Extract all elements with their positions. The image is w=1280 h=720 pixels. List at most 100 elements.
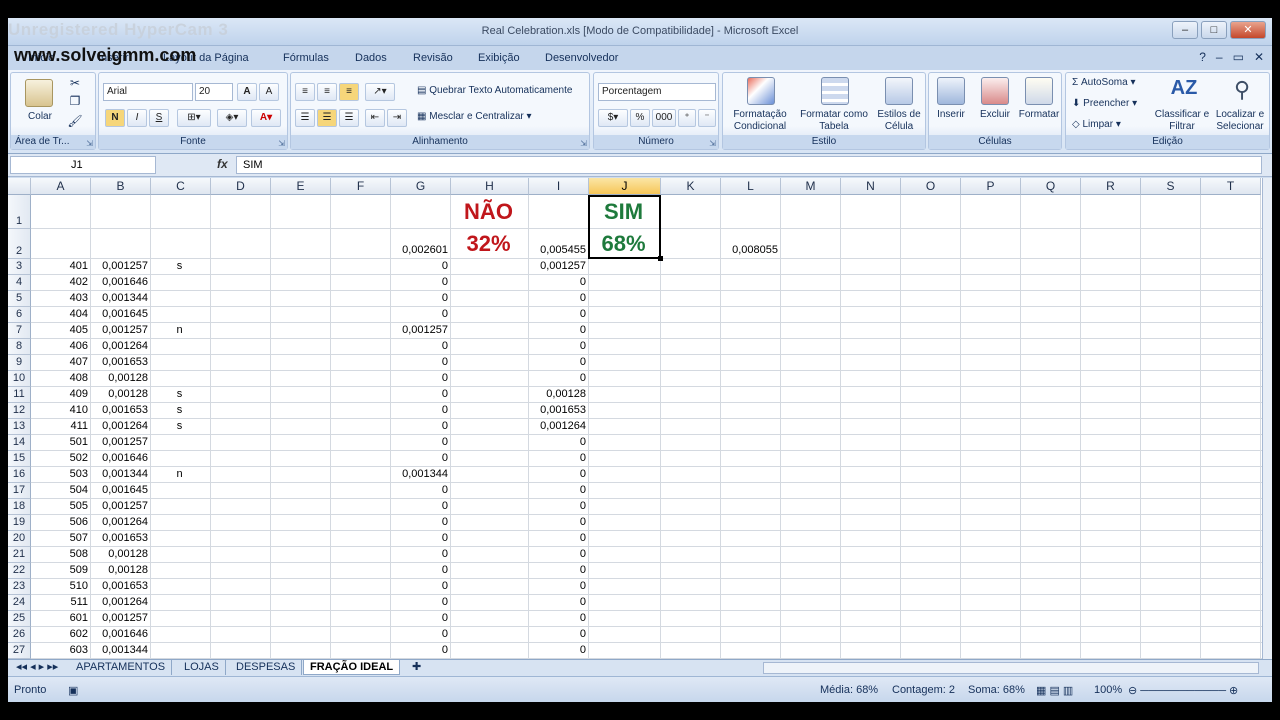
cell-a16[interactable]: 503 xyxy=(31,467,88,482)
cell-i16[interactable]: 0 xyxy=(529,467,586,482)
find-select-button[interactable]: Localizar e Selecionar xyxy=(1210,109,1270,133)
copy-icon[interactable]: ❐ xyxy=(67,95,83,107)
sort-filter-button[interactable]: Classificar e Filtrar xyxy=(1154,109,1210,133)
insert-button[interactable]: Inserir xyxy=(929,109,973,121)
cell-b10[interactable]: 0,00128 xyxy=(91,371,148,386)
cell-g4[interactable]: 0 xyxy=(391,275,448,290)
currency-icon[interactable]: $▾ xyxy=(598,109,628,127)
help-icon[interactable]: ? xyxy=(1199,50,1206,64)
row-header-23[interactable]: 23 xyxy=(8,579,31,595)
close-button[interactable]: ✕ xyxy=(1230,21,1266,39)
cell-i19[interactable]: 0 xyxy=(529,515,586,530)
underline-button[interactable]: S xyxy=(149,109,169,127)
row-header-26[interactable]: 26 xyxy=(8,627,31,643)
binoculars-icon[interactable]: ⚲ xyxy=(1228,77,1256,105)
format-button[interactable]: Formatar xyxy=(1015,109,1063,121)
cell-a21[interactable]: 508 xyxy=(31,547,88,562)
format-painter-icon[interactable]: 🖌 xyxy=(67,115,83,127)
cell-i9[interactable]: 0 xyxy=(529,355,586,370)
format-table-button[interactable]: Formatar como Tabela xyxy=(799,109,869,133)
cell-g10[interactable]: 0 xyxy=(391,371,448,386)
row-header-5[interactable]: 5 xyxy=(8,291,31,307)
cell-b3[interactable]: 0,001257 xyxy=(91,259,148,274)
cell-a13[interactable]: 411 xyxy=(31,419,88,434)
column-header-d[interactable]: D xyxy=(211,178,271,195)
cell-a27[interactable]: 603 xyxy=(31,643,88,658)
cell-b21[interactable]: 0,00128 xyxy=(91,547,148,562)
row-header-4[interactable]: 4 xyxy=(8,275,31,291)
cell-b19[interactable]: 0,001264 xyxy=(91,515,148,530)
font-color-icon[interactable]: A▾ xyxy=(251,109,281,127)
row-header-21[interactable]: 21 xyxy=(8,547,31,563)
delete-button[interactable]: Excluir xyxy=(973,109,1017,121)
column-header-c[interactable]: C xyxy=(151,178,211,195)
fill-button[interactable]: ⬇ Preencher ▾ xyxy=(1072,98,1152,110)
percent-button[interactable]: % xyxy=(630,109,650,127)
font-name-select[interactable]: Arial xyxy=(103,83,193,101)
cell-b5[interactable]: 0,001344 xyxy=(91,291,148,306)
cell-g16[interactable]: 0,001344 xyxy=(391,467,448,482)
cell-h2[interactable]: 32% xyxy=(451,231,526,257)
cell-a4[interactable]: 402 xyxy=(31,275,88,290)
cell-b24[interactable]: 0,001264 xyxy=(91,595,148,610)
format-cells-icon[interactable] xyxy=(1025,77,1053,105)
sheet-tab-lojas[interactable]: LOJAS xyxy=(178,660,226,675)
cell-a10[interactable]: 408 xyxy=(31,371,88,386)
cell-a8[interactable]: 406 xyxy=(31,339,88,354)
cell-c3[interactable]: s xyxy=(151,259,208,274)
cell-l2[interactable]: 0,008055 xyxy=(721,243,778,258)
cell-g12[interactable]: 0 xyxy=(391,403,448,418)
cell-i15[interactable]: 0 xyxy=(529,451,586,466)
column-header-i[interactable]: I xyxy=(529,178,589,195)
column-header-a[interactable]: A xyxy=(31,178,91,195)
vertical-scrollbar[interactable] xyxy=(1262,178,1272,659)
select-all-corner[interactable] xyxy=(8,178,31,195)
column-header-j[interactable]: J xyxy=(589,178,661,195)
minimize-button[interactable]: – xyxy=(1172,21,1198,39)
number-format-select[interactable]: Porcentagem xyxy=(598,83,716,101)
cell-i7[interactable]: 0 xyxy=(529,323,586,338)
cell-g9[interactable]: 0 xyxy=(391,355,448,370)
cell-i12[interactable]: 0,001653 xyxy=(529,403,586,418)
macro-record-icon[interactable]: ▣ xyxy=(68,684,78,697)
cell-g13[interactable]: 0 xyxy=(391,419,448,434)
row-header-3[interactable]: 3 xyxy=(8,259,31,275)
cell-b22[interactable]: 0,00128 xyxy=(91,563,148,578)
row-header-12[interactable]: 12 xyxy=(8,403,31,419)
cell-a6[interactable]: 404 xyxy=(31,307,88,322)
cell-i20[interactable]: 0 xyxy=(529,531,586,546)
row-header-6[interactable]: 6 xyxy=(8,307,31,323)
cell-b18[interactable]: 0,001257 xyxy=(91,499,148,514)
column-header-l[interactable]: L xyxy=(721,178,781,195)
cell-b23[interactable]: 0,001653 xyxy=(91,579,148,594)
row-header-15[interactable]: 15 xyxy=(8,451,31,467)
cell-b27[interactable]: 0,001344 xyxy=(91,643,148,658)
new-sheet-icon[interactable]: ✚ xyxy=(406,660,427,675)
column-header-f[interactable]: F xyxy=(331,178,391,195)
cell-b16[interactable]: 0,001344 xyxy=(91,467,148,482)
cell-i27[interactable]: 0 xyxy=(529,643,586,658)
paste-icon[interactable] xyxy=(25,79,53,107)
tab-dados[interactable]: Dados xyxy=(355,52,387,64)
cell-g3[interactable]: 0 xyxy=(391,259,448,274)
cell-i8[interactable]: 0 xyxy=(529,339,586,354)
decrease-decimal-icon[interactable]: ⁻ xyxy=(698,109,716,127)
row-header-13[interactable]: 13 xyxy=(8,419,31,435)
cell-g17[interactable]: 0 xyxy=(391,483,448,498)
row-header-14[interactable]: 14 xyxy=(8,435,31,451)
cell-a20[interactable]: 507 xyxy=(31,531,88,546)
minimize-doc-icon[interactable]: – xyxy=(1216,50,1223,64)
cell-c7[interactable]: n xyxy=(151,323,208,338)
cell-i25[interactable]: 0 xyxy=(529,611,586,626)
cell-i26[interactable]: 0 xyxy=(529,627,586,642)
cell-g27[interactable]: 0 xyxy=(391,643,448,658)
decrease-indent-icon[interactable]: ⇤ xyxy=(365,109,385,127)
cell-g8[interactable]: 0 xyxy=(391,339,448,354)
row-header-17[interactable]: 17 xyxy=(8,483,31,499)
cell-g20[interactable]: 0 xyxy=(391,531,448,546)
cell-g14[interactable]: 0 xyxy=(391,435,448,450)
dialog-launcher-icon[interactable]: ⇲ xyxy=(278,139,285,148)
cell-b4[interactable]: 0,001646 xyxy=(91,275,148,290)
sheet-tab-despesas[interactable]: DESPESAS xyxy=(230,660,303,675)
dialog-launcher-icon[interactable]: ⇲ xyxy=(580,139,587,148)
